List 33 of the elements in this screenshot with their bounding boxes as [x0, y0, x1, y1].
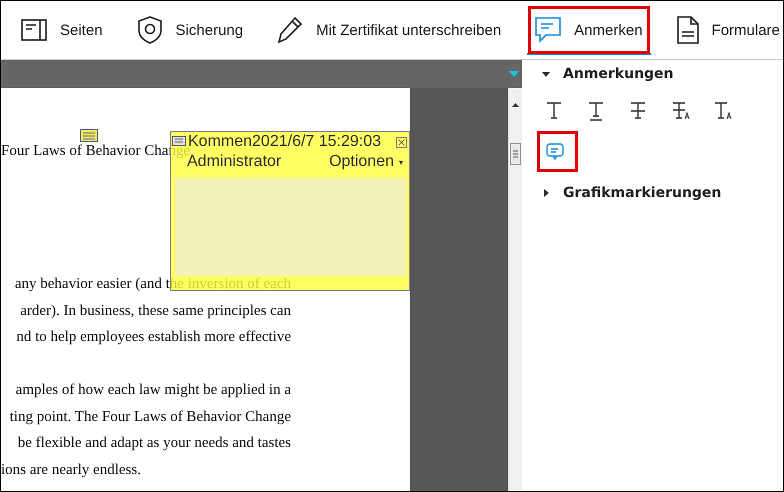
toolbar-button[interactable]: Mit Zertifikat unterschreiben — [269, 5, 510, 55]
close-icon[interactable] — [396, 136, 407, 148]
toolbar-button[interactable]: Seiten — [13, 5, 111, 55]
pages-icon — [21, 17, 47, 43]
note-icon[interactable] — [80, 129, 98, 144]
section-heading[interactable]: Anmerkungen — [563, 66, 674, 82]
text-tool-icon — [546, 101, 564, 121]
collapse-icon[interactable] — [542, 70, 550, 78]
shield-icon — [136, 16, 163, 44]
insert-tool-icon — [714, 101, 732, 121]
toolbar-button[interactable]: Formulare — [668, 5, 784, 55]
strikeout-tool-icon — [630, 101, 648, 121]
section-heading[interactable]: Grafikmarkierungen — [563, 185, 722, 201]
dropdown-arrow-icon[interactable] — [509, 71, 519, 77]
underline-tool-icon — [588, 101, 606, 121]
comment-title: Kommen2021/6/7 15:29:03 — [188, 133, 382, 150]
text-line: ting point. The Four Laws of Behavior Change — [10, 408, 291, 426]
options-menu[interactable]: Optionen ▾ — [329, 153, 403, 171]
expand-icon[interactable] — [542, 189, 550, 197]
toolbar-button[interactable]: Anmerken — [527, 5, 651, 55]
replace-tool-icon — [672, 101, 690, 121]
comment-icon — [535, 16, 562, 44]
text-line: amples of how each law might be applied in a — [16, 381, 291, 400]
note-tool-icon — [546, 142, 564, 162]
text-line: be flexible and adapt as your needs and tastes — [16, 434, 291, 452]
text-line: ions are nearly endless. — [1, 461, 141, 480]
text-line: nd to help employees establish more effective — [16, 328, 291, 346]
scroll-thumb-icon[interactable] — [510, 143, 522, 165]
scroll-up-icon[interactable] — [512, 103, 520, 107]
toolbar-button[interactable]: Sicherung — [128, 5, 252, 55]
form-icon — [676, 16, 699, 44]
text-line: arder). In business, these same principles can — [20, 302, 291, 320]
pen-icon — [277, 16, 304, 44]
